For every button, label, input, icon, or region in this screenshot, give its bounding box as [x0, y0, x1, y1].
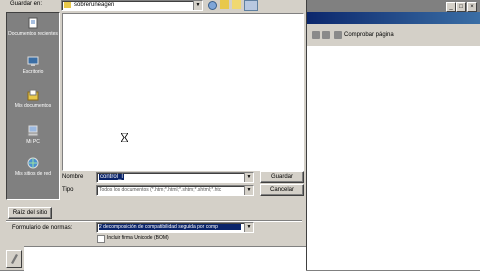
file-list[interactable] [62, 13, 304, 171]
view-menu-icon[interactable] [244, 0, 258, 11]
hourglass-cursor-icon [121, 133, 128, 142]
desktop-icon [27, 56, 39, 66]
close-icon[interactable]: × [467, 2, 477, 12]
app-corner-button[interactable] [6, 250, 22, 268]
file-name-value: control_I [99, 174, 125, 180]
chevron-down-icon[interactable]: ▼ [244, 186, 253, 195]
maximize-icon[interactable]: □ [456, 2, 466, 12]
place-my-pc[interactable]: Mi PC [7, 125, 59, 145]
place-recent[interactable]: Documentos recientes [7, 17, 59, 37]
up-folder-icon[interactable] [220, 0, 229, 9]
normalization-value: 2 decomposición de compatibilidad seguid… [99, 224, 241, 230]
check-page-label: Comprobar página [344, 32, 394, 38]
name-label: Nombre [62, 174, 84, 180]
chevron-down-icon[interactable]: ▼ [244, 223, 253, 232]
save-in-select[interactable]: sobreruneagen ▼ [61, 0, 203, 11]
my-computer-icon [27, 125, 39, 137]
place-network[interactable]: Mis sitios de red [7, 157, 59, 177]
place-label: Documentos recientes [8, 31, 58, 37]
save-in-label: Guardar en: [10, 1, 43, 7]
toolbar-tool-icon[interactable] [312, 31, 320, 39]
bom-checkbox[interactable] [97, 235, 105, 243]
save-button[interactable]: Guardar [260, 171, 304, 183]
file-type-value: Todos los documentos (*.htm;*.html;*.sht… [99, 187, 222, 193]
cancel-button-label: Cancelar [269, 187, 294, 193]
check-page-button[interactable]: Comprobar página [344, 30, 394, 40]
place-my-documents[interactable]: Mis documentos [7, 89, 59, 109]
type-label: Tipo [62, 187, 74, 193]
save-in-value: sobreruneagen [74, 2, 115, 8]
editor-area[interactable] [300, 46, 480, 270]
place-label: Escritorio [22, 69, 44, 75]
new-folder-icon[interactable] [232, 0, 241, 9]
folder-icon [64, 2, 71, 8]
site-root-button[interactable]: Raíz del sitio [8, 207, 52, 219]
file-type-select[interactable]: Todos los documentos (*.htm;*.html;*.sht… [96, 185, 254, 196]
place-desktop[interactable]: Escritorio [7, 55, 59, 75]
back-icon[interactable] [208, 1, 217, 10]
pen-icon [11, 254, 18, 264]
toolbar-options-icon[interactable] [334, 31, 342, 39]
minimize-icon[interactable]: _ [446, 2, 456, 12]
bom-label: Incluir firma Unicode (BOM) [107, 235, 169, 241]
save-button-label: Guardar [270, 174, 293, 180]
network-places-icon [27, 157, 39, 169]
chevron-down-icon[interactable]: ▼ [193, 1, 202, 10]
preview-panel [24, 246, 306, 271]
toolbar-tool-icon[interactable] [322, 31, 330, 39]
site-root-button-label: Raíz del sitio [12, 210, 48, 216]
file-name-input[interactable]: control_I ▼ [96, 172, 254, 183]
recent-documents-icon [28, 17, 38, 29]
my-documents-icon [27, 89, 39, 101]
cancel-button[interactable]: Cancelar [260, 184, 304, 196]
normalization-select[interactable]: 2 decomposición de compatibilidad seguid… [96, 222, 254, 233]
places-bar: Documentos recientes Escritorio Mis docu… [6, 12, 60, 200]
chevron-down-icon[interactable]: ▼ [244, 173, 253, 182]
editor-titlebar [300, 12, 480, 24]
place-label: Mis sitios de red [14, 171, 52, 177]
place-label: Mis documentos [14, 103, 52, 109]
standards-label: Formulario de normas: [12, 225, 73, 231]
place-label: Mi PC [26, 139, 40, 145]
